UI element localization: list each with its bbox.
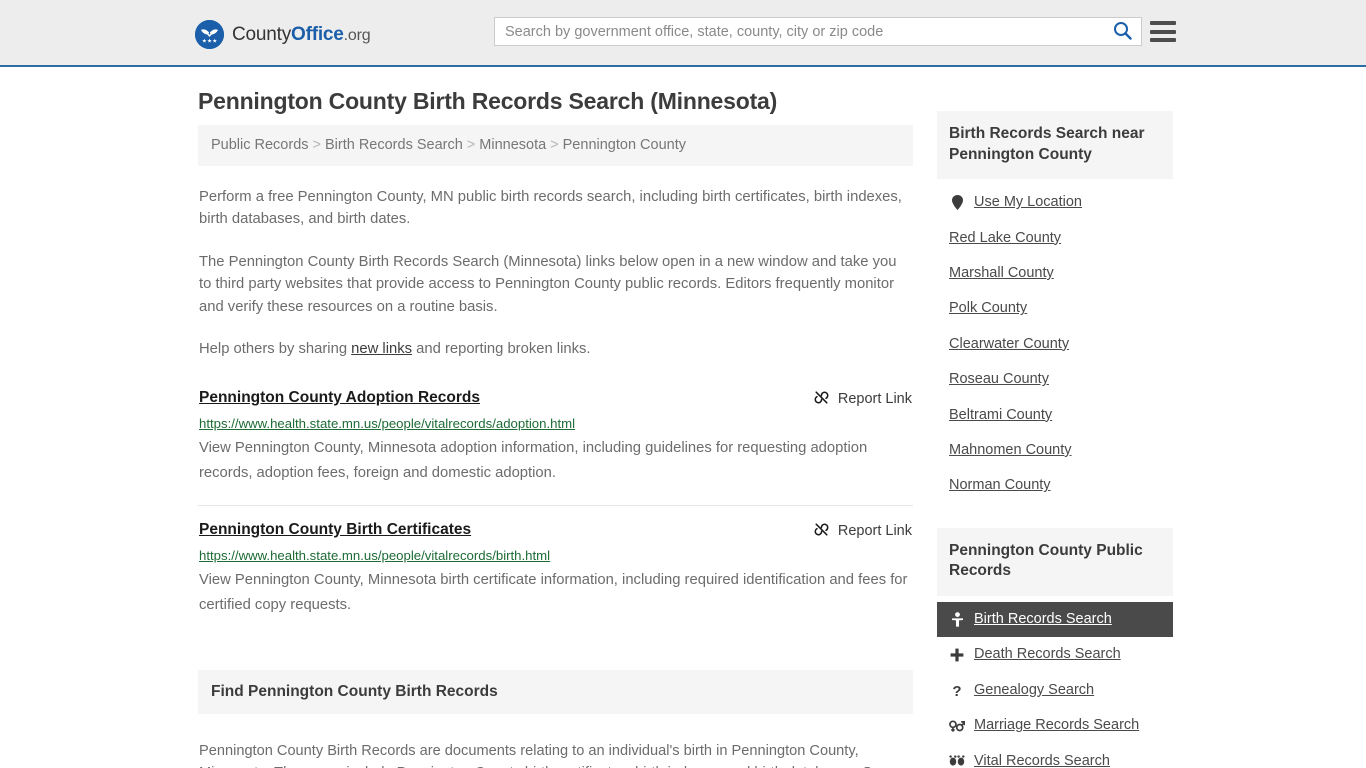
svg-text:?: ?: [952, 683, 961, 698]
sidebar-item-genealogy-search[interactable]: ? Genealogy Search: [937, 673, 1173, 708]
result-item: Pennington County Birth Certificates Rep…: [198, 520, 913, 637]
map-pin-icon: [949, 195, 965, 211]
intro-paragraph-3-suffix: and reporting broken links.: [412, 341, 591, 358]
breadcrumb-item-minnesota[interactable]: Minnesota: [479, 137, 546, 153]
find-records-heading: Find Pennington County Birth Records: [198, 669, 913, 714]
site-logo-text: CountyOffice.org: [232, 23, 371, 46]
result-description: View Pennington County, Minnesota birth …: [199, 571, 908, 614]
result-item: Pennington County Adoption Records Repor…: [198, 388, 913, 506]
eagle-shield-icon: [195, 20, 224, 49]
new-links-link[interactable]: new links: [351, 341, 412, 357]
report-link-button[interactable]: Report Link: [813, 388, 912, 410]
breadcrumb: Public Records > Birth Records Search > Minn…: [198, 125, 913, 166]
intro-paragraph-2: The Pennington County Birth Records Sear…: [199, 253, 897, 315]
content-container: Pennington County Birth Records Search (…: [193, 67, 1173, 768]
sidebar-item-beltrami-county[interactable]: Beltrami County: [937, 398, 1173, 433]
public-records-panel: Pennington County Public Records Birth R…: [937, 527, 1173, 768]
find-records-section: Find Pennington County Birth Records Pen…: [198, 669, 913, 768]
hamburger-menu-icon-bar: [1150, 29, 1176, 34]
breadcrumb-item-birth-records-search[interactable]: Birth Records Search: [325, 137, 463, 153]
result-url[interactable]: https://www.health.state.mn.us/people/vi…: [199, 415, 912, 432]
public-records-list: Birth Records Search Death Records Searc…: [937, 596, 1173, 768]
sidebar-item-label: Genealogy Search: [974, 681, 1095, 698]
sidebar-item-use-my-location[interactable]: Use My Location: [937, 185, 1173, 220]
intro-paragraph-1: Perform a free Pennington County, MN pub…: [199, 188, 902, 228]
search-input[interactable]: [495, 18, 1103, 45]
sidebar-item-red-lake-county[interactable]: Red Lake County: [937, 221, 1173, 256]
intro-paragraph-3: Help others by sharing new links and rep…: [199, 338, 912, 360]
sidebar-item-polk-county[interactable]: Polk County: [937, 291, 1173, 326]
sidebar-item-label: Marriage Records Search: [974, 717, 1140, 734]
baby-icon: [949, 612, 965, 627]
site-header: CountyOffice.org: [0, 0, 1366, 67]
search-icon: [1113, 21, 1132, 43]
report-link-button[interactable]: Report Link: [813, 520, 912, 542]
result-header: Pennington County Birth Certificates Rep…: [199, 520, 912, 542]
footprints-icon: [949, 755, 965, 767]
sidebar-item-norman-county[interactable]: Norman County: [937, 468, 1173, 503]
sidebar-item-clearwater-county[interactable]: Clearwater County: [937, 327, 1173, 362]
sidebar-item-label: Mahnomen County: [949, 441, 1072, 458]
find-records-body: Pennington County Birth Records are docu…: [198, 714, 913, 768]
breadcrumb-item-pennington-county[interactable]: Pennington County: [563, 137, 686, 153]
sidebar-item-label: Use My Location: [974, 194, 1082, 211]
site-logo[interactable]: CountyOffice.org: [195, 20, 371, 49]
nearby-search-panel: Birth Records Search near Pennington Cou…: [937, 111, 1173, 504]
breadcrumb-separator: >: [466, 137, 476, 153]
result-url[interactable]: https://www.health.state.mn.us/people/vi…: [199, 547, 912, 564]
intro-section: Perform a free Pennington County, MN pub…: [198, 186, 913, 361]
breadcrumb-item-public-records[interactable]: Public Records: [211, 137, 309, 153]
sidebar-item-mahnomen-county[interactable]: Mahnomen County: [937, 433, 1173, 468]
result-header: Pennington County Adoption Records Repor…: [199, 388, 912, 410]
sidebar-item-label: Vital Records Search: [974, 752, 1110, 768]
sidebar-item-roseau-county[interactable]: Roseau County: [937, 362, 1173, 397]
result-title-link[interactable]: Pennington County Birth Certificates: [199, 520, 471, 539]
result-description: View Pennington County, Minnesota adopti…: [199, 439, 868, 482]
gender-symbols-icon: [949, 719, 965, 733]
hamburger-menu-icon-bar: [1150, 38, 1176, 42]
search-button[interactable]: [1103, 18, 1141, 45]
broken-link-icon: [813, 521, 830, 542]
hamburger-menu-button[interactable]: [1150, 18, 1176, 45]
find-records-paragraph: Pennington County Birth Records are docu…: [199, 742, 900, 768]
sidebar: Birth Records Search near Pennington Cou…: [937, 111, 1173, 768]
sidebar-item-marshall-county[interactable]: Marshall County: [937, 256, 1173, 291]
sidebar-item-label: Beltrami County: [949, 406, 1053, 423]
broken-link-icon: [813, 389, 830, 410]
result-title-link[interactable]: Pennington County Adoption Records: [199, 388, 480, 407]
search-bar[interactable]: [494, 17, 1142, 46]
sidebar-item-death-records-search[interactable]: Death Records Search: [937, 637, 1173, 672]
page-body: Pennington County Birth Records Search (…: [0, 67, 1366, 768]
nearby-search-list: Use My Location Red Lake County Marshall…: [937, 179, 1173, 504]
breadcrumb-separator: >: [312, 137, 321, 153]
sidebar-item-label: Norman County: [949, 477, 1051, 494]
sidebar-item-label: Clearwater County: [949, 335, 1070, 352]
sidebar-item-marriage-records-search[interactable]: Marriage Records Search: [937, 708, 1173, 743]
sidebar-item-label: Birth Records Search: [974, 610, 1112, 627]
intro-paragraph-3-prefix: Help others by sharing: [199, 341, 352, 358]
sidebar-item-label: Red Lake County: [949, 229, 1062, 246]
main-column: Public Records > Birth Records Search > Minn…: [198, 125, 913, 768]
logo-text-org: .org: [343, 26, 371, 44]
nearby-search-heading: Birth Records Search near Pennington Cou…: [937, 111, 1173, 180]
report-link-label: Report Link: [837, 523, 912, 540]
public-records-heading: Pennington County Public Records: [937, 527, 1173, 596]
cross-icon: [949, 648, 965, 662]
result-list: Pennington County Adoption Records Repor…: [198, 388, 913, 637]
logo-text-county: County: [232, 23, 292, 45]
logo-text-office: Office: [291, 23, 344, 45]
report-link-label: Report Link: [837, 391, 912, 408]
sidebar-item-label: Marshall County: [949, 265, 1054, 281]
hamburger-menu-icon-bar: [1150, 21, 1176, 25]
breadcrumb-separator: >: [550, 137, 559, 153]
sidebar-item-label: Death Records Search: [974, 646, 1121, 663]
sidebar-item-label: Roseau County: [949, 371, 1049, 388]
sidebar-item-birth-records-search[interactable]: Birth Records Search: [937, 601, 1173, 638]
question-mark-icon: ?: [949, 683, 965, 698]
sidebar-item-label: Polk County: [949, 300, 1028, 317]
sidebar-item-vital-records-search[interactable]: Vital Records Search: [937, 744, 1173, 768]
